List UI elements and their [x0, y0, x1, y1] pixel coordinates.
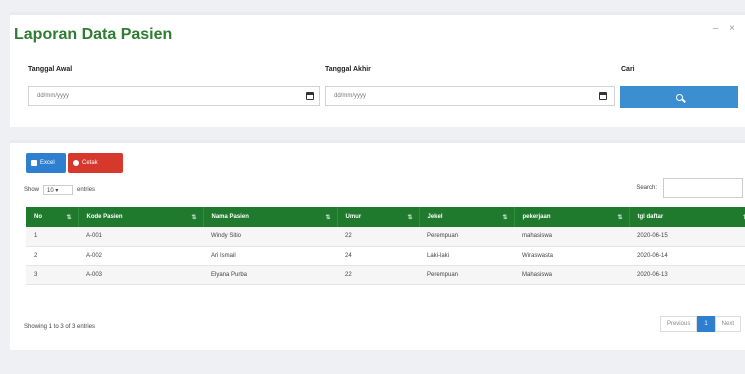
column-header[interactable]: Umur ⇅ — [337, 207, 420, 227]
cell: Windy Sitio — [203, 227, 337, 247]
entries-select-value: 10 — [47, 188, 54, 194]
cell: A-002 — [78, 246, 203, 266]
cell: Perempuan — [419, 265, 514, 285]
cell: 2020-06-15 — [629, 227, 745, 247]
next-button[interactable]: Next — [714, 316, 741, 332]
cell: A-003 — [78, 265, 203, 285]
calendar-icon[interactable] — [306, 92, 314, 100]
cell: 22 — [337, 227, 419, 247]
end-date-label: Tanggal Akhir — [325, 66, 371, 73]
table-search-input[interactable] — [663, 178, 743, 198]
table-card: Excel Cetak Show 10 ▾ entries Search: No… — [10, 140, 745, 350]
start-date-input[interactable]: dd/mm/yyyy — [28, 86, 320, 106]
column-header[interactable]: pekerjaan ⇅ — [514, 207, 630, 227]
cell: 24 — [337, 246, 419, 266]
show-label: Show — [24, 187, 40, 193]
cell: 1 — [26, 227, 78, 247]
cell: 3 — [26, 265, 78, 285]
patient-table: No ⇅ Kode Pasien ⇅ Nama Pasien ⇅ Umur ⇅ Jeke… — [26, 207, 745, 285]
table-row: 3 A-003 Elyana Purba 22 Perempuan Mahasi… — [26, 265, 745, 285]
print-button-label: Cetak — [82, 160, 98, 166]
cell: Perempuan — [419, 227, 514, 247]
start-date-placeholder: dd/mm/yyyy — [37, 93, 70, 99]
table-header-row: No ⇅ Kode Pasien ⇅ Nama Pasien ⇅ Umur ⇅ Jeke… — [26, 207, 745, 227]
cell: Mahasiswa — [514, 265, 629, 285]
table-search-label: Search: — [636, 185, 657, 191]
page-button[interactable]: 1 — [697, 316, 715, 332]
sort-icon: ⇅ — [325, 215, 331, 221]
cell: Ari Ismail — [203, 246, 337, 266]
file-excel-icon — [31, 160, 37, 166]
card-tools[interactable]: – × — [713, 23, 739, 34]
table-info: Showing 1 to 3 of 3 entries — [24, 324, 96, 330]
cell: Laki-laki — [419, 246, 514, 266]
cell: 2 — [26, 246, 78, 266]
column-header[interactable]: Nama Pasien ⇅ — [203, 207, 338, 227]
calendar-icon[interactable] — [599, 92, 607, 100]
cell: 2020-06-14 — [629, 246, 745, 266]
end-date-placeholder: dd/mm/yyyy — [334, 93, 367, 99]
cell: Elyana Purba — [203, 265, 337, 285]
entries-length: Show 10 ▾ entries — [24, 185, 95, 195]
column-header[interactable]: Jekel ⇅ — [419, 207, 515, 227]
search-label: Cari — [621, 66, 635, 73]
table-row: 2 A-002 Ari Ismail 24 Laki-laki Wiraswas… — [26, 246, 745, 266]
entries-label: entries — [77, 187, 96, 193]
entries-select[interactable]: 10 ▾ — [43, 185, 74, 195]
column-header[interactable]: Kode Pasien ⇅ — [78, 207, 204, 227]
cell: A-001 — [78, 227, 203, 247]
table-row: 1 A-001 Windy Sitio 22 Perempuan mahasis… — [26, 227, 745, 247]
column-header[interactable]: No ⇅ — [26, 207, 79, 227]
page-title: Laporan Data Pasien — [14, 26, 173, 43]
table-search: Search: — [636, 178, 743, 198]
column-header[interactable]: tgl daftar⇅ — [629, 207, 745, 227]
sort-icon: ⇅ — [407, 215, 413, 221]
sort-icon: ⇅ — [191, 215, 197, 221]
cell: 22 — [337, 265, 419, 285]
sort-icon: ⇅ — [66, 215, 72, 221]
search-button[interactable] — [620, 86, 738, 108]
previous-button[interactable]: Previous — [659, 316, 698, 332]
start-date-label: Tanggal Awal — [28, 66, 73, 73]
cell: Wiraswasta — [514, 246, 629, 266]
sort-icon: ⇅ — [502, 215, 508, 221]
pagination: Previous 1 Next — [659, 316, 741, 332]
search-icon — [675, 93, 683, 101]
cell: mahasiswa — [514, 227, 629, 247]
end-date-input[interactable]: dd/mm/yyyy — [325, 86, 615, 106]
cell: 2020-06-13 — [629, 265, 745, 285]
sort-icon: ⇅ — [617, 215, 623, 221]
excel-button-label: Excel — [40, 160, 55, 166]
excel-button[interactable]: Excel — [26, 153, 66, 173]
print-icon — [73, 160, 79, 166]
print-button[interactable]: Cetak — [68, 153, 123, 173]
